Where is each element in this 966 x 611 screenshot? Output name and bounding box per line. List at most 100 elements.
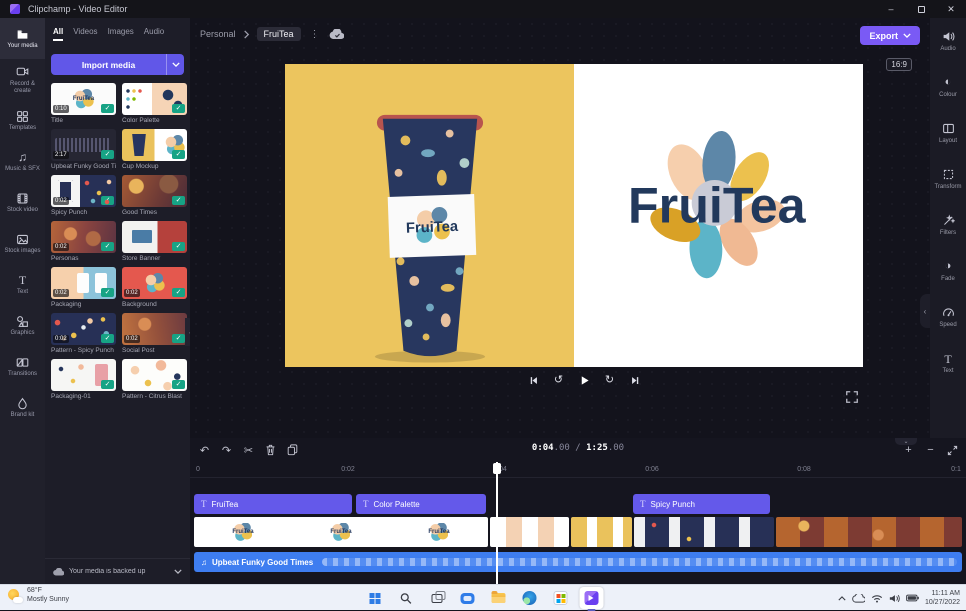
edge-taskbar-icon[interactable] — [518, 587, 542, 609]
microsoft-store-taskbar-icon[interactable] — [549, 587, 573, 609]
taskview-taskbar-icon[interactable] — [425, 587, 449, 609]
video-clip-segment[interactable] — [634, 517, 774, 547]
zoom-fit-button[interactable] — [943, 441, 962, 459]
tab-audio[interactable]: Audio — [144, 27, 164, 41]
audio-clip[interactable]: ♫ Upbeat Funky Good Times — [194, 552, 962, 572]
playhead[interactable] — [496, 462, 498, 584]
search-taskbar-icon[interactable] — [394, 587, 418, 609]
chat-taskbar-icon[interactable] — [456, 587, 480, 609]
media-thumbnail[interactable]: ✓ — [122, 221, 187, 253]
zoom-out-button[interactable]: − — [921, 441, 940, 459]
tray-battery-icon[interactable] — [906, 594, 919, 602]
taskbar-clock[interactable]: 11:11 AM 10/27/2022 — [925, 589, 960, 607]
media-thumbnail[interactable]: ✓ — [122, 175, 187, 207]
text-clip[interactable]: TFruiTea — [194, 494, 352, 514]
media-thumbnail[interactable]: 2:17✓ — [51, 129, 116, 161]
project-menu-icon[interactable]: ⋮ — [308, 29, 322, 40]
sidebar-item-text[interactable]: TText — [0, 264, 45, 305]
sidebar-item-transitions[interactable]: Transitions — [0, 346, 45, 387]
skip-to-end-button[interactable] — [626, 372, 644, 388]
media-thumbnail[interactable]: FruiTea0:10✓ — [51, 83, 116, 115]
export-button[interactable]: Export — [860, 26, 920, 45]
sidebar-item-stock-video[interactable]: Stock video — [0, 182, 45, 223]
sidebar-item-brand-kit[interactable]: Brand kit — [0, 387, 45, 428]
tray-volume-icon[interactable] — [889, 594, 900, 603]
windows-taskbar-icon[interactable] — [363, 587, 387, 609]
media-item[interactable]: ✓Store Banner — [122, 221, 187, 262]
media-thumbnail[interactable]: 0:02✓ — [51, 267, 116, 299]
play-button[interactable] — [575, 372, 593, 388]
cloud-synced-icon[interactable] — [329, 29, 344, 40]
project-name[interactable]: FruiTea — [257, 27, 301, 41]
media-item[interactable]: 0:02✓Personas — [51, 221, 116, 262]
tab-all[interactable]: All — [53, 27, 63, 41]
media-item[interactable]: ✓Packaging-01 — [51, 359, 116, 400]
import-chevron-icon[interactable] — [166, 54, 184, 75]
breadcrumb-root[interactable]: Personal — [200, 29, 236, 39]
media-thumbnail[interactable]: 0:02✓ — [51, 175, 116, 207]
chevron-down-icon[interactable] — [174, 569, 182, 574]
media-item[interactable]: 0:02✓Pattern - Spicy Punch — [51, 313, 116, 354]
explorer-taskbar-icon[interactable] — [487, 587, 511, 609]
media-thumbnail[interactable]: ✓ — [122, 129, 187, 161]
media-thumbnail[interactable]: 0:02✓ — [122, 313, 187, 345]
video-clip-segment[interactable] — [490, 517, 569, 547]
text-clip[interactable]: TColor Palette — [356, 494, 486, 514]
media-item[interactable]: 2:17✓Upbeat Funky Good Tim.. — [51, 129, 116, 170]
sidebar-item-graphics[interactable]: Graphics — [0, 305, 45, 346]
media-thumbnail[interactable]: ✓ — [122, 359, 187, 391]
media-item[interactable]: 0:02✓Background — [122, 267, 187, 308]
rewind-button[interactable]: ↺ — [550, 372, 568, 388]
import-media-button[interactable]: Import media — [51, 54, 184, 75]
media-backup-status[interactable]: Your media is backed up — [45, 558, 190, 584]
fullscreen-icon[interactable] — [845, 390, 861, 406]
sidebar-item-templates[interactable]: Templates — [0, 100, 45, 141]
inspector-item-audio[interactable]: Audio — [930, 18, 966, 64]
media-item[interactable]: 0:02✓Packaging — [51, 267, 116, 308]
inspector-collapse-handle[interactable]: ‹ — [920, 294, 930, 328]
taskbar-weather-widget[interactable]: 68°F Mostly Sunny — [8, 587, 69, 605]
media-item[interactable]: FruiTea0:10✓Title — [51, 83, 116, 124]
maximize-button[interactable] — [906, 0, 936, 18]
playhead-handle[interactable] — [493, 463, 501, 474]
media-item[interactable]: ✓Cup Mockup — [122, 129, 187, 170]
timeline-ruler[interactable]: 00:020:040:060:080:1 — [190, 462, 966, 478]
minimize-button[interactable]: – — [876, 0, 906, 18]
inspector-item-text[interactable]: TText — [930, 340, 966, 386]
inspector-item-filters[interactable]: Filters — [930, 202, 966, 248]
aspect-ratio-badge[interactable]: 16:9 — [886, 58, 912, 71]
inspector-item-colour[interactable]: ◐Colour — [930, 64, 966, 110]
media-thumbnail[interactable]: ✓ — [122, 83, 187, 115]
skip-to-start-button[interactable] — [524, 372, 542, 388]
sidebar-item-music-sfx[interactable]: ♫Music & SFX — [0, 141, 45, 182]
media-item[interactable]: ✓Pattern - Citrus Blast — [122, 359, 187, 400]
media-item[interactable]: ✓Color Palette — [122, 83, 187, 124]
media-thumbnail[interactable]: 0:02✓ — [51, 313, 116, 345]
inspector-item-fade[interactable]: ◑Fade — [930, 248, 966, 294]
tab-videos[interactable]: Videos — [73, 27, 97, 41]
media-thumbnail[interactable]: ✓ — [51, 359, 116, 391]
video-clip-segment[interactable] — [571, 517, 632, 547]
sidebar-item-stock-images[interactable]: Stock images — [0, 223, 45, 264]
close-button[interactable]: ✕ — [936, 0, 966, 18]
inspector-item-layout[interactable]: Layout — [930, 110, 966, 156]
tray-cloud-icon[interactable] — [852, 594, 865, 603]
media-item[interactable]: ✓Good Times — [122, 175, 187, 216]
sidebar-item-your-media[interactable]: Your media — [0, 18, 45, 59]
tray-chevron-up-icon[interactable] — [838, 596, 846, 601]
sidebar-item-record-create[interactable]: Record & create — [0, 59, 45, 100]
fast-forward-button[interactable]: ↻ — [601, 372, 619, 388]
video-clip-segment[interactable] — [776, 517, 962, 547]
zoom-in-button[interactable]: + — [899, 441, 918, 459]
inspector-item-speed[interactable]: Speed — [930, 294, 966, 340]
clipchamp-taskbar-icon[interactable] — [580, 587, 604, 609]
preview-canvas[interactable]: FruiTea FruiTea — [285, 64, 863, 367]
video-clip-segment[interactable]: FruiTeaFruiTeaFruiTea — [194, 517, 488, 547]
text-clip[interactable]: TSpicy Punch — [633, 494, 770, 514]
tray-wifi-icon[interactable] — [871, 594, 883, 603]
media-thumbnail[interactable]: 0:02✓ — [122, 267, 187, 299]
media-item[interactable]: 0:02✓Spicy Punch — [51, 175, 116, 216]
media-thumbnail[interactable]: 0:02✓ — [51, 221, 116, 253]
media-item[interactable]: 0:02✓Social Post — [122, 313, 187, 354]
inspector-item-transform[interactable]: Transform — [930, 156, 966, 202]
